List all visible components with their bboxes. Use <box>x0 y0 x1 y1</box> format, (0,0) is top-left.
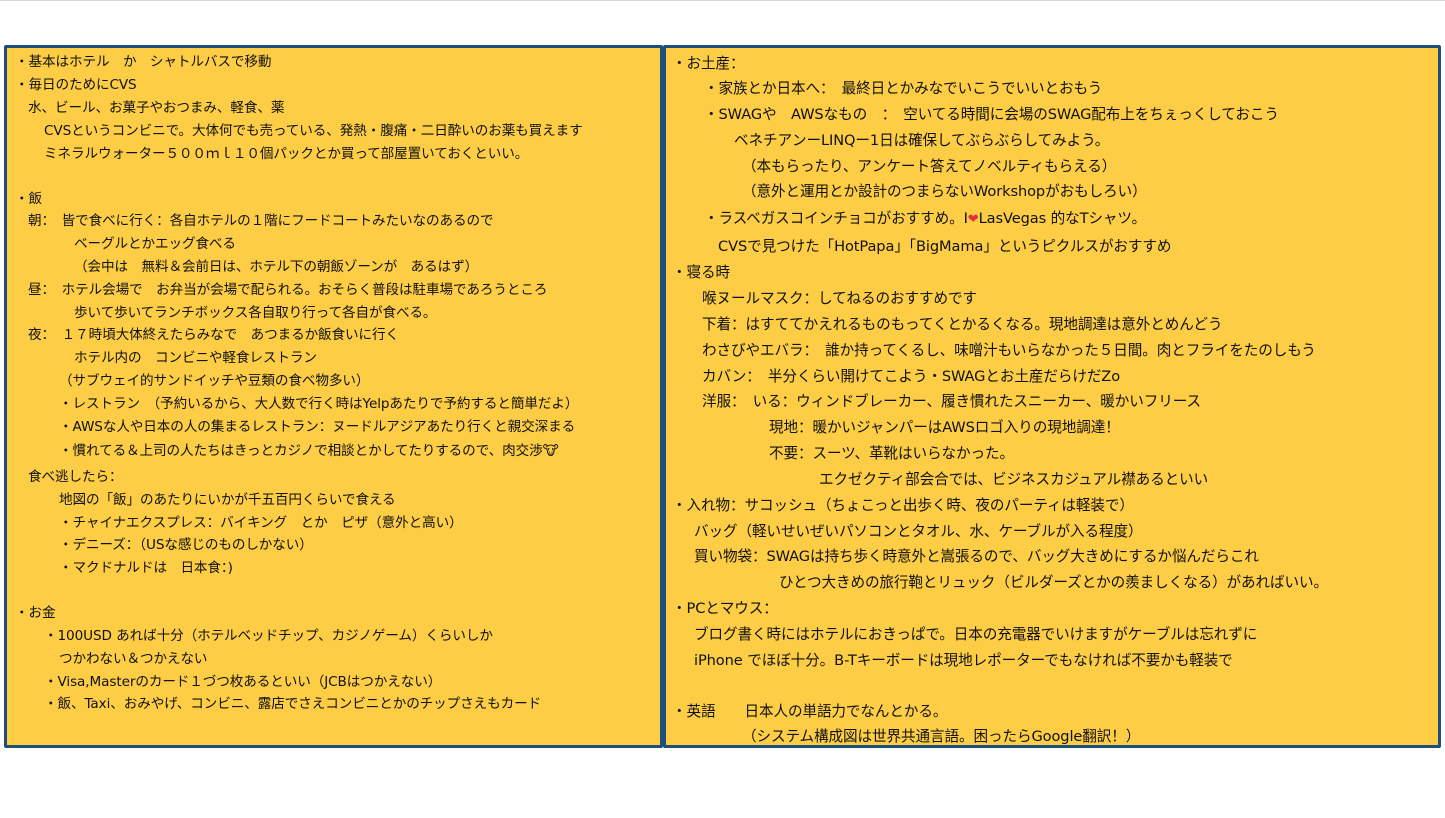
note-line: 喉ヌールマスク：してねるのおすすめです <box>702 290 977 307</box>
note-line: ミネラルウォーター５００ｍｌ１０個パックとか買って部屋置いておくといい。 <box>44 146 529 162</box>
note-line: （意外と運用とか設計のつまらないWorkshopがおもしろい） <box>742 183 1147 200</box>
note-line: 買い物袋：SWAGは持ち歩く時意外と嵩張るので、バッグ大きめにするか悩んだらこれ <box>694 548 1259 565</box>
note-line: （サブウェイ的サンドイッチや豆類の食べ物多い） <box>59 373 370 389</box>
note-line: ・慣れてる＆上司の人たちはきっとカジノで相談とかしてたりするので、肉交渉🐮 <box>59 443 559 459</box>
note-line: エクゼクティ部会合では、ビジネスカジュアル襟あるといい <box>819 471 1209 488</box>
note-line: 現地：暖かいジャンパーはAWSロゴ入りの現地調達！ <box>769 419 1120 436</box>
note-line: ・Visa,Masterのカード１づつ枚あるといい（JCBはつかえない） <box>44 674 442 690</box>
note-line: ・お土産： <box>672 55 745 72</box>
heart-icon: ❤ <box>967 212 979 227</box>
note-line: ・飯 <box>15 191 42 207</box>
note-line: ・100USD あれば十分（ホテルベッドチップ、カジノゲーム）くらいしか <box>44 628 493 644</box>
note-line: ベネチアンーLINQー1日は確保してぶらぶらしてみよう。 <box>734 132 1110 149</box>
note-line: バッグ（軽いせいぜいパソコンとタオル、水、ケーブルが入る程度） <box>694 523 1143 540</box>
note-line: ・お金 <box>15 605 56 621</box>
note-text: LasVegas 的なTシャツ。 <box>978 210 1147 227</box>
note-line: 地図の「飯」のあたりにいかが千五百円くらいで食える <box>59 492 396 508</box>
note-line: ・マクドナルドは 日本食：) <box>59 560 233 576</box>
note-line: ・レストラン （予約いるから、大人数で行く時はYelpあたりで予約すると簡単だよ… <box>59 396 579 412</box>
note-line: ・寝る時 <box>672 264 730 281</box>
note-line: （会中は 無料＆会前日は、ホテル下の朝飯ゾーンが あるはず） <box>74 259 479 275</box>
note-line: ・デニーズ：（USな感じのものしかない） <box>59 537 313 553</box>
note-line: 水、ビール、お菓子やおつまみ、軽食、薬 <box>28 100 285 116</box>
left-notes-panel: ・基本はホテル か シャトルバスで移動 ・毎日のためにCVS 水、ビール、お菓子… <box>4 45 663 748</box>
note-text: ・ラスベガスコインチョコがおすすめ。I <box>704 210 968 227</box>
slide: ・基本はホテル か シャトルバスで移動 ・毎日のためにCVS 水、ビール、お菓子… <box>0 0 1445 818</box>
note-line: ホテル内の コンビニや軽食レストラン <box>74 350 317 366</box>
note-line: カバン： 半分くらい開けてこよう・SWAGとお土産だらけだZo <box>702 368 1121 385</box>
top-divider <box>0 0 1445 1</box>
note-line: ・入れ物：サコッシュ（ちょこっと出歩く時、夜のパーティは軽装で） <box>672 497 1134 514</box>
note-line: 夜： １７時頃大体終えたらみなで あつまるか飯食いに行く <box>28 327 400 343</box>
note-line: 洋服： いる：ウィンドブレーカー、履き慣れたスニーカー、暖かいフリース <box>702 393 1201 410</box>
note-line: ・英語 日本人の単語力でなんとかる。 <box>672 703 948 720</box>
note-line: 食べ逃したら： <box>28 469 123 485</box>
note-line: 不要：スーツ、革靴はいらなかった。 <box>769 445 1014 462</box>
right-notes-panel: ・お土産： ・家族とか日本へ： 最終日とかみなでいこうでいいとおもう ・SWAG… <box>663 45 1441 748</box>
note-line: ・SWAGや AWSなもの ： 空いてる時間に会場のSWAG配布上をちぇっくして… <box>704 106 1279 123</box>
note-line: ベーグルとかエッグ食べる <box>74 236 236 252</box>
note-line: ・チャイナエクスプレス：バイキング とか ピザ（意外と高い） <box>59 515 463 531</box>
note-line: ・ラスベガスコインチョコがおすすめ。I❤LasVegas 的なTシャツ。 <box>704 210 1146 229</box>
note-line: （システム構成図は世界共通言語。困ったらGoogle翻訳！） <box>742 728 1141 745</box>
note-line: 下着：はすててかえれるものもってくとかるくなる。現地調達は意外とめんどう <box>702 316 1223 333</box>
note-line: わさびやエバラ： 誰か持ってくるし、味噌汁もいらなかった５日間。肉とフライをたの… <box>702 342 1316 359</box>
note-line: ・AWSな人や日本の人の集まるレストラン：ヌードルアジアあたり行くと親交深まる <box>59 419 576 435</box>
note-line: 昼： ホテル会場で お弁当が会場で配られる。おそらく普段は駐車場であろうところ <box>28 282 548 298</box>
note-line: （本もらったり、アンケート答えてノベルティもらえる） <box>742 158 1117 175</box>
note-line: 歩いて歩いてランチボックス各自取り行って各自が食べる。 <box>74 305 437 321</box>
note-line: つかわない＆つかえない <box>59 651 208 667</box>
note-line: ・飯、Taxi、おみやげ、コンビニ、露店でさえコンビニとかのチップさえもカード <box>44 696 542 712</box>
note-line: iPhone でほぼ十分。B-Tキーボードは現地レポーターでもなければ不要かも軽… <box>694 652 1233 669</box>
note-line: ひとつ大きめの旅行鞄とリュック（ビルダーズとかの羨ましくなる）があればいい。 <box>779 574 1329 591</box>
note-line: ブログ書く時にはホテルにおきっぱで。日本の充電器でいけますがケーブルは忘れずに <box>694 626 1258 643</box>
note-line: CVSというコンビニで。大体何でも売っている、発熱・腹痛・二日酔いのお薬も買えま… <box>44 123 583 139</box>
note-line: ・毎日のためにCVS <box>15 77 137 93</box>
note-line: ・PCとマウス： <box>672 600 778 617</box>
note-line: CVSで見つけた「HotPapa」「BigMama」というピクルスがおすすめ <box>718 238 1172 255</box>
note-line: ・家族とか日本へ： 最終日とかみなでいこうでいいとおもう <box>704 80 1103 97</box>
note-line: 朝： 皆で食べに行く：各自ホテルの１階にフードコートみたいなのあるので <box>28 213 494 229</box>
note-line: ・基本はホテル か シャトルバスで移動 <box>15 54 272 70</box>
